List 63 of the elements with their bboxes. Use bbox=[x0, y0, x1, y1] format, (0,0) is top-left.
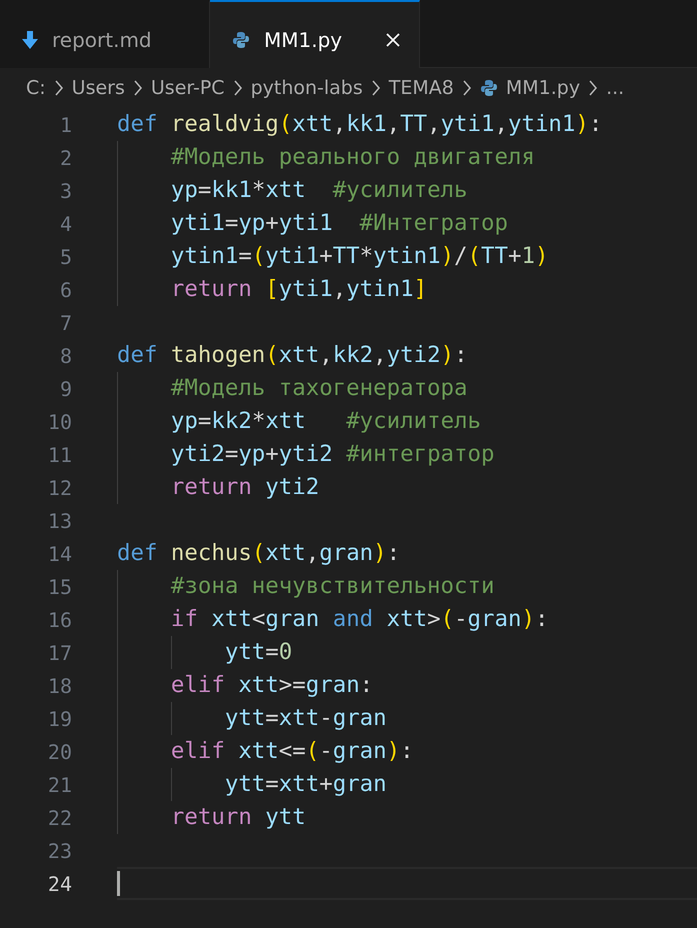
breadcrumb-item[interactable]: TEMA8 bbox=[388, 77, 454, 99]
line-number: 2 bbox=[58, 146, 72, 170]
breadcrumb-item[interactable]: python-labs bbox=[250, 77, 363, 99]
line-number: 4 bbox=[58, 212, 72, 236]
code-line: ytin1=(yti1+TT*ytin1)/(TT+1) bbox=[170, 242, 548, 271]
text-cursor bbox=[117, 871, 120, 896]
breadcrumb-item[interactable]: Users bbox=[72, 77, 125, 99]
code-line: elif xtt>=gran: bbox=[170, 671, 374, 700]
line-number: 7 bbox=[58, 310, 72, 334]
line-number: 8 bbox=[58, 344, 72, 368]
line-number: 21 bbox=[46, 772, 72, 796]
line-number: 6 bbox=[58, 278, 72, 302]
chevron-right-icon bbox=[462, 79, 472, 97]
line-number: 10 bbox=[46, 410, 72, 434]
chevron-right-icon bbox=[588, 79, 598, 97]
code-line: return ytt bbox=[170, 803, 306, 832]
code-line: yti1=yp+yti1 #Интегратор bbox=[170, 209, 508, 238]
down-arrow-icon bbox=[22, 31, 38, 49]
code-line: return [yti1,ytin1] bbox=[170, 275, 428, 304]
line-number: 12 bbox=[46, 476, 72, 500]
editor-tab[interactable]: MM1.py bbox=[210, 0, 420, 68]
code-line: def tahogen(xtt,kk2,yti2): bbox=[117, 341, 468, 370]
chevron-right-icon bbox=[370, 79, 381, 97]
code-line: yti2=yp+yti2 #интегратор bbox=[170, 440, 494, 469]
code-line: ytt=xtt+gran bbox=[224, 770, 387, 799]
code-line: #Модель тахогенератора bbox=[170, 374, 468, 403]
line-number: 16 bbox=[46, 608, 72, 632]
code-line: #Модель реального двигателя bbox=[170, 143, 535, 172]
line-number: 1 bbox=[58, 112, 72, 136]
python-file-icon bbox=[480, 79, 498, 97]
code-line: ytt=xtt-gran bbox=[224, 704, 387, 733]
line-number: 22 bbox=[46, 806, 72, 830]
code-line: if xtt<gran and xtt>(-gran): bbox=[170, 605, 548, 634]
breadcrumb-item[interactable]: User-PC bbox=[150, 77, 225, 99]
code-line: yp=kk1*xtt #усилитель bbox=[170, 176, 468, 205]
close-icon[interactable] bbox=[385, 32, 401, 48]
breadcrumb-item[interactable]: MM1.py bbox=[506, 77, 580, 99]
code-line: def nechus(xtt,gran): bbox=[117, 539, 400, 568]
code-line: ytt=0 bbox=[224, 638, 292, 667]
line-number: 15 bbox=[46, 574, 72, 598]
line-number: 24 bbox=[46, 872, 72, 896]
line-number: 18 bbox=[46, 674, 72, 698]
chevron-right-icon bbox=[232, 79, 243, 97]
code-line: def realdvig(xtt,kk1,TT,yti1,ytin1): bbox=[117, 110, 602, 139]
breadcrumb-item[interactable]: C: bbox=[26, 77, 46, 99]
code-line: #зона нечувствительности bbox=[170, 572, 494, 601]
code-line: return yti2 bbox=[170, 473, 320, 502]
chevron-right-icon bbox=[132, 79, 143, 97]
line-number: 5 bbox=[58, 244, 72, 268]
code-line: elif xtt<=(-gran): bbox=[170, 737, 414, 766]
line-number: 17 bbox=[46, 640, 72, 664]
line-number: 14 bbox=[46, 542, 72, 566]
line-number: 3 bbox=[58, 178, 72, 202]
chevron-right-icon bbox=[54, 79, 64, 97]
line-number: 9 bbox=[58, 376, 72, 400]
line-number: 23 bbox=[46, 838, 72, 862]
code-line: yp=kk2*xtt #усилитель bbox=[170, 407, 482, 436]
breadcrumb-item[interactable]: ... bbox=[606, 77, 624, 99]
line-number: 11 bbox=[46, 442, 72, 466]
line-number: 19 bbox=[46, 706, 72, 730]
line-number: 20 bbox=[46, 740, 72, 764]
line-number: 13 bbox=[46, 508, 72, 532]
python-file-icon bbox=[232, 31, 250, 49]
